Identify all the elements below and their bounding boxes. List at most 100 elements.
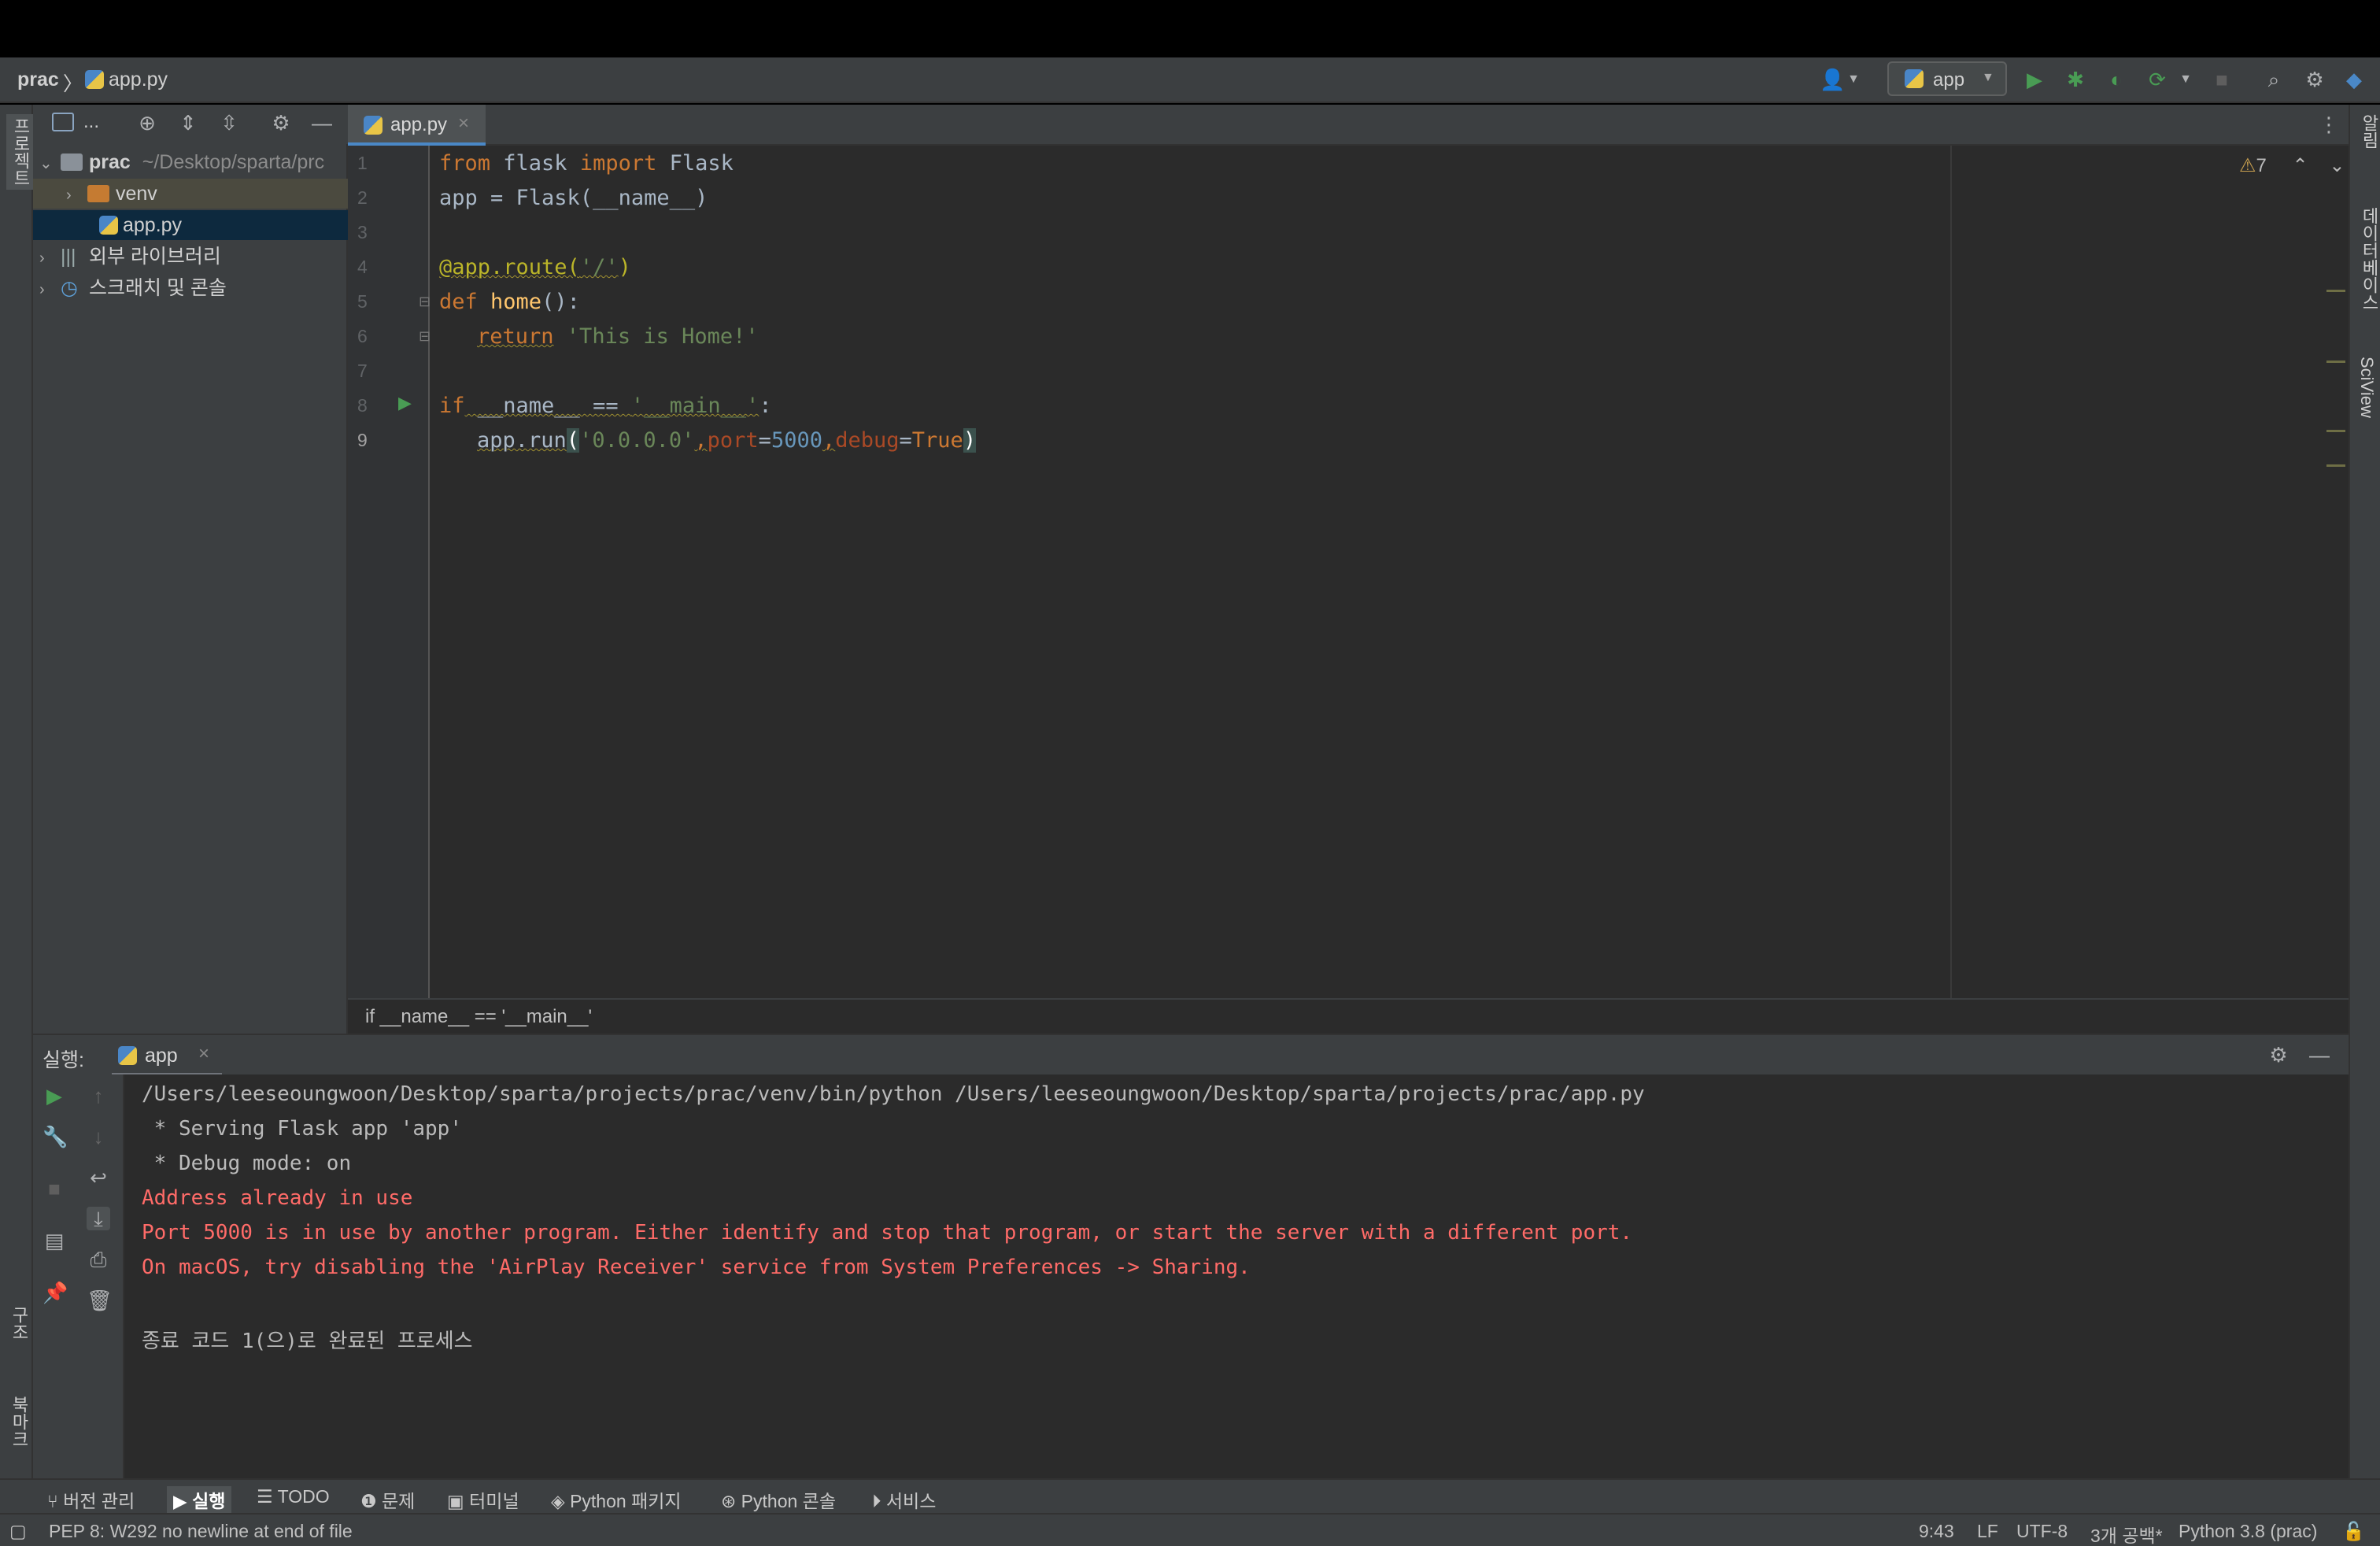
close-icon[interactable]: × bbox=[198, 1043, 209, 1065]
caret-position[interactable]: 9:43 bbox=[1919, 1521, 1954, 1542]
project-view-icon[interactable] bbox=[52, 113, 74, 131]
tab-version-control[interactable]: ⑂ 버전 관리 bbox=[47, 1486, 135, 1513]
close-icon[interactable]: × bbox=[458, 113, 469, 135]
stop-icon[interactable]: ■ bbox=[2210, 68, 2234, 91]
file-encoding[interactable]: UTF-8 bbox=[2016, 1521, 2068, 1542]
gear-icon[interactable]: ⚙ bbox=[2303, 68, 2326, 91]
soft-wrap-icon[interactable]: ↩ bbox=[87, 1166, 110, 1189]
sciview-tool-button[interactable]: SciView bbox=[2356, 357, 2377, 418]
error-stripe-mark[interactable] bbox=[2326, 361, 2345, 363]
tree-item-label: app.py bbox=[123, 214, 183, 236]
console-output[interactable]: /Users/leeseoungwoon/Desktop/sparta/proj… bbox=[124, 1074, 2349, 1478]
python-interpreter[interactable]: Python 3.8 (prac) bbox=[2179, 1521, 2317, 1542]
rerun-icon[interactable]: ▶ bbox=[42, 1084, 66, 1108]
hide-icon[interactable]: — bbox=[2308, 1043, 2331, 1067]
play-icon: ▶ bbox=[173, 1491, 193, 1511]
chevron-down-icon[interactable]: ⌄ bbox=[2329, 155, 2345, 176]
editor-gutter: 1 2 3 4 5 6 7 8 9 ▶ ⊟ ⊟ bbox=[348, 146, 431, 998]
locate-icon[interactable]: ⊕ bbox=[135, 111, 159, 135]
tree-root-path: ~/Desktop/sparta/prc bbox=[142, 151, 325, 173]
debug-icon[interactable]: ✱ bbox=[2064, 68, 2087, 91]
inspection-widget[interactable]: ⚠7 ⌃ ⌄ bbox=[2239, 154, 2345, 177]
status-bar: ▢ PEP 8: W292 no newline at end of file … bbox=[0, 1513, 2380, 1546]
structure-tool-button[interactable]: 구조 bbox=[6, 1306, 31, 1341]
more-options-icon[interactable]: ⋮ bbox=[2317, 113, 2341, 136]
code-line-2: app = Flask(__name__) bbox=[439, 186, 708, 210]
arrow-up-icon[interactable]: ↑ bbox=[87, 1084, 110, 1108]
tree-root-label: prac bbox=[88, 151, 131, 173]
list-icon: ☰ bbox=[257, 1486, 278, 1507]
tab-python-console[interactable]: ⊛ Python 콘솔 bbox=[721, 1486, 836, 1513]
python-file-icon bbox=[364, 116, 382, 135]
hide-icon[interactable]: — bbox=[310, 111, 334, 135]
gear-icon[interactable]: ⚙ bbox=[269, 111, 293, 135]
expand-all-icon[interactable]: ⇕ bbox=[176, 111, 200, 135]
chevron-down-icon: ⌄ bbox=[39, 155, 53, 172]
profile-icon[interactable]: ⟳ bbox=[2145, 68, 2169, 91]
run-config-dropdown[interactable]: app ▼ bbox=[1887, 61, 2007, 96]
tab-services[interactable]: ⏵ 서비스 bbox=[872, 1486, 936, 1513]
notifications-tool-button[interactable]: 알림 bbox=[2356, 114, 2380, 149]
run-panel-title: 실행: bbox=[42, 1049, 84, 1071]
project-tool-button[interactable]: 프로젝트 bbox=[6, 114, 35, 190]
tab-python-packages[interactable]: ◈ Python 패키지 bbox=[551, 1486, 682, 1513]
chevron-right-icon: › bbox=[39, 250, 45, 267]
error-stripe-mark[interactable] bbox=[2326, 464, 2345, 467]
wrench-icon[interactable]: 🔧 bbox=[42, 1125, 68, 1148]
error-stripe-mark[interactable] bbox=[2326, 290, 2345, 292]
code-line-8: if __name__ == '__main__': bbox=[439, 394, 772, 418]
line-separator[interactable]: LF bbox=[1977, 1521, 1998, 1542]
scroll-to-end-icon[interactable]: ⤓ bbox=[87, 1207, 110, 1230]
tab-terminal[interactable]: ▣ 터미널 bbox=[447, 1486, 519, 1513]
tab-app-py[interactable]: app.py × bbox=[348, 105, 486, 146]
fold-icon[interactable]: ⊟ bbox=[419, 328, 431, 345]
layout-icon[interactable]: ▤ bbox=[42, 1229, 66, 1252]
tab-run[interactable]: ▶ 실행 bbox=[167, 1486, 232, 1513]
trash-icon[interactable]: 🗑 bbox=[87, 1289, 113, 1312]
lock-icon[interactable]: 🔓 bbox=[2342, 1521, 2365, 1542]
line-number: 7 bbox=[357, 361, 368, 381]
branch-icon: ⑂ bbox=[47, 1491, 64, 1511]
run-icon[interactable]: ▶ bbox=[2023, 68, 2046, 91]
indent-setting[interactable]: 3개 공백* bbox=[2090, 1521, 2163, 1546]
tab-label: app.py bbox=[390, 114, 448, 135]
user-icon[interactable]: 👤 bbox=[1820, 68, 1845, 91]
fold-icon[interactable]: ⊟ bbox=[419, 294, 431, 310]
tree-item-app-py[interactable]: app.py bbox=[33, 210, 348, 240]
gear-icon[interactable]: ⚙ bbox=[2267, 1043, 2290, 1067]
line-number: 4 bbox=[357, 257, 368, 277]
chevron-down-icon[interactable]: ▼ bbox=[1842, 68, 1865, 91]
tree-item-venv[interactable]: › venv bbox=[33, 179, 348, 209]
status-message[interactable]: PEP 8: W292 no newline at end of file bbox=[49, 1521, 353, 1542]
pin-icon[interactable]: 📌 bbox=[42, 1281, 68, 1304]
breadcrumb-item[interactable]: if __name__ == '__main__' bbox=[365, 1006, 592, 1028]
collapse-all-icon[interactable]: ⇳ bbox=[217, 111, 241, 135]
tree-item-label: 외부 라이브러리 bbox=[88, 246, 221, 268]
tree-item-root[interactable]: ⌄ prac ~/Desktop/sparta/prc bbox=[33, 147, 348, 177]
console-line: /Users/leeseoungwoon/Desktop/sparta/proj… bbox=[142, 1082, 1645, 1106]
tab-problems[interactable]: ❶ 문제 bbox=[360, 1486, 415, 1513]
bookmarks-tool-button[interactable]: 북마크 bbox=[6, 1396, 31, 1448]
run-tab-app[interactable]: app × bbox=[112, 1035, 222, 1076]
editor-breadcrumb: if __name__ == '__main__' bbox=[348, 998, 2349, 1034]
code-editor[interactable] bbox=[348, 146, 2349, 998]
database-tool-button[interactable]: 데이터베이스 bbox=[2356, 207, 2380, 311]
breadcrumb-project[interactable]: prac bbox=[17, 68, 59, 91]
breadcrumb-file[interactable]: app.py bbox=[85, 68, 168, 91]
python-icon bbox=[118, 1046, 137, 1065]
coverage-icon[interactable]: ◐ bbox=[2105, 68, 2128, 91]
chevron-up-icon[interactable]: ⌃ bbox=[2293, 155, 2308, 176]
error-stripe-mark[interactable] bbox=[2326, 430, 2345, 432]
plugin-icon[interactable]: ◆ bbox=[2342, 68, 2366, 91]
tab-todo[interactable]: ☰ TODO bbox=[257, 1486, 330, 1507]
print-icon[interactable]: ⎙ bbox=[87, 1248, 110, 1271]
chevron-down-icon[interactable]: ▼ bbox=[2174, 68, 2197, 91]
project-view-selector[interactable]: ... bbox=[83, 111, 99, 133]
tree-item-external-libraries[interactable]: › ||| 외부 라이브러리 bbox=[33, 242, 348, 272]
stop-icon[interactable]: ■ bbox=[42, 1177, 66, 1200]
arrow-down-icon[interactable]: ↓ bbox=[87, 1125, 110, 1148]
layout-toggle-icon[interactable]: ▢ bbox=[9, 1521, 27, 1542]
search-icon[interactable]: ⌕ bbox=[2262, 68, 2286, 91]
tree-item-scratches[interactable]: › ◷ 스크래치 및 콘솔 bbox=[33, 273, 348, 303]
run-gutter-icon[interactable]: ▶ bbox=[398, 393, 412, 413]
